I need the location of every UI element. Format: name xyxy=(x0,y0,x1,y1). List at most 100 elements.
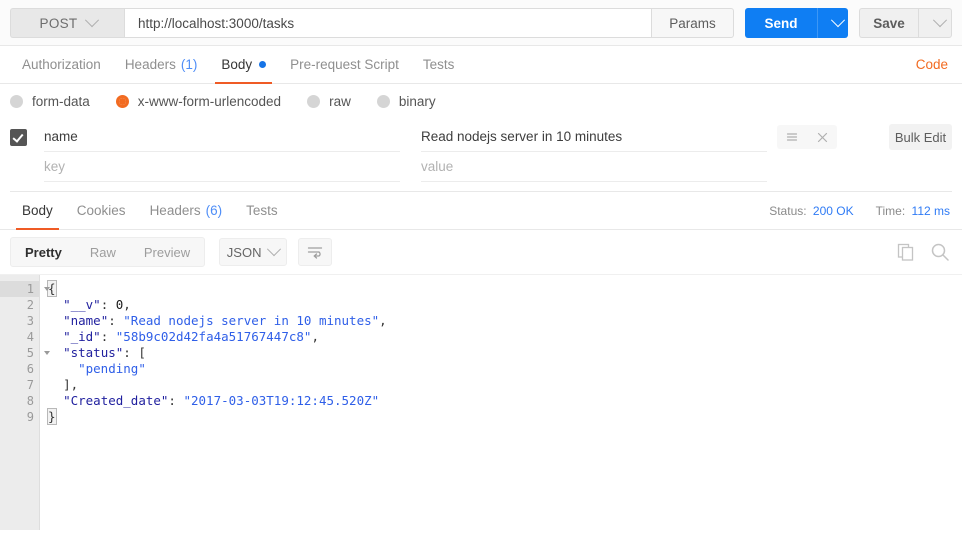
code-link[interactable]: Code xyxy=(916,57,950,72)
close-icon[interactable] xyxy=(807,125,837,149)
chevron-down-icon xyxy=(85,13,100,28)
code-line: { xyxy=(47,280,962,297)
fold-toggle-icon[interactable] xyxy=(44,351,50,355)
list-icon[interactable] xyxy=(777,125,807,149)
radio-icon xyxy=(10,94,23,108)
code-line: "status": [ xyxy=(48,345,962,361)
http-method-selector[interactable]: POST xyxy=(10,8,124,38)
response-json-content[interactable]: { "__v": 0, "name": "Read nodejs server … xyxy=(40,275,962,530)
search-icon[interactable] xyxy=(930,242,950,262)
tab-label: Body xyxy=(221,57,253,72)
viewer-actions xyxy=(897,242,950,262)
save-options-button[interactable] xyxy=(918,8,952,38)
radio-form-data[interactable]: form-data xyxy=(10,94,90,109)
code-token: "58b9c02d42fa4a51767447c8" xyxy=(115,329,312,344)
response-format-selector[interactable]: JSON xyxy=(219,238,288,266)
line-number-gutter: 12 3 456 7 8 9 xyxy=(0,275,50,530)
view-mode-raw[interactable]: Raw xyxy=(76,238,130,266)
status-value: 200 OK xyxy=(812,203,854,218)
send-button[interactable]: Send xyxy=(745,8,817,38)
send-button-group: Send xyxy=(745,8,848,38)
radio-label: form-data xyxy=(32,93,90,109)
tab-tests[interactable]: Tests xyxy=(411,46,467,83)
bulk-edit-button[interactable]: Bulk Edit xyxy=(889,124,952,150)
response-tab-cookies[interactable]: Cookies xyxy=(65,192,138,229)
body-type-radio-group: form-data x-www-form-urlencoded raw bina… xyxy=(0,84,962,118)
request-tab-bar: Authorization Headers (1) Body Pre-reque… xyxy=(0,46,962,84)
line-number: 3 xyxy=(26,314,34,328)
code-token: "Created_date" xyxy=(63,393,169,408)
code-token: } xyxy=(47,408,57,425)
copy-icon[interactable] xyxy=(897,243,916,262)
time-label: Time: xyxy=(875,203,906,218)
table-row: name Read nodejs server in 10 minutes Bu… xyxy=(10,122,952,152)
line-number: 7 xyxy=(26,378,34,392)
code-line: "_id": "58b9c02d42fa4a51767447c8", xyxy=(48,329,962,345)
send-options-button[interactable] xyxy=(817,8,848,38)
time-value: 112 ms xyxy=(911,203,950,218)
code-token: : xyxy=(108,313,124,328)
code-token: "2017-03-03T19:12:45.520Z" xyxy=(183,393,380,408)
line-number: 4 xyxy=(26,330,34,344)
row-value-input[interactable]: value xyxy=(421,153,767,182)
row-key-input[interactable]: key xyxy=(44,153,400,182)
request-url-input[interactable]: http://localhost:3000/tasks xyxy=(124,8,651,38)
tab-authorization[interactable]: Authorization xyxy=(10,46,113,83)
code-token: : [ xyxy=(123,345,146,360)
unsaved-changes-dot-icon xyxy=(259,61,267,68)
radio-raw[interactable]: raw xyxy=(307,94,351,109)
radio-binary[interactable]: binary xyxy=(376,93,436,109)
tab-label: Tests xyxy=(246,203,278,218)
radio-label: binary xyxy=(398,93,436,109)
code-line: ], xyxy=(48,377,962,393)
radio-icon xyxy=(307,94,321,108)
line-number: 2 xyxy=(26,298,34,312)
tab-label: Tests xyxy=(422,57,455,72)
row-value-input[interactable]: Read nodejs server in 10 minutes xyxy=(421,123,767,152)
response-tab-tests[interactable]: Tests xyxy=(234,192,290,229)
code-token: : xyxy=(100,329,116,344)
view-mode-preview[interactable]: Preview xyxy=(130,238,204,266)
chevron-down-icon xyxy=(830,13,846,28)
params-button[interactable]: Params xyxy=(651,8,734,38)
code-line: } xyxy=(47,408,962,425)
row-enable-cell xyxy=(10,128,44,146)
line-number: 9 xyxy=(26,410,34,424)
table-row: key value xyxy=(10,152,952,182)
tab-count: (1) xyxy=(180,57,198,72)
save-button[interactable]: Save xyxy=(859,8,918,38)
tab-label: Cookies xyxy=(76,203,126,218)
row-enabled-checkbox[interactable] xyxy=(10,128,27,146)
tab-label: Authorization xyxy=(22,57,101,72)
radio-label: x-www-form-urlencoded xyxy=(137,93,282,109)
response-viewer-toolbar: Pretty Raw Preview JSON xyxy=(0,230,962,274)
fold-toggle-icon[interactable] xyxy=(44,287,50,291)
tab-headers[interactable]: Headers (1) xyxy=(113,46,210,83)
tab-pre-request-script[interactable]: Pre-request Script xyxy=(278,46,411,83)
time-badge: Time: 112 ms xyxy=(876,204,950,218)
code-line: "Created_date": "2017-03-03T19:12:45.520… xyxy=(48,393,962,409)
line-number: 8 xyxy=(26,394,34,408)
row-key-input[interactable]: name xyxy=(44,123,400,152)
response-tab-bar: Body Cookies Headers (6) Tests Status: 2… xyxy=(0,192,962,230)
code-token: "_id" xyxy=(63,329,101,344)
tab-count: (6) xyxy=(205,203,223,218)
response-body-viewer[interactable]: 12 3 456 7 8 9 { "__v": 0, "name": "Read node… xyxy=(0,274,962,530)
http-method-label: POST xyxy=(39,15,78,31)
status-badge: Status: 200 OK xyxy=(769,204,853,218)
response-tab-body[interactable]: Body xyxy=(10,192,65,230)
code-line: "pending" xyxy=(48,361,962,377)
line-number: 1 xyxy=(0,281,50,297)
view-mode-pretty[interactable]: Pretty xyxy=(11,238,76,266)
body-key-value-table: name Read nodejs server in 10 minutes Bu… xyxy=(0,118,962,192)
chevron-down-icon xyxy=(267,242,282,257)
tab-body[interactable]: Body xyxy=(209,46,278,84)
code-token: , xyxy=(123,297,131,312)
tab-label: Headers xyxy=(124,57,176,72)
tab-label: Headers xyxy=(149,203,201,218)
radio-x-www-form-urlencoded[interactable]: x-www-form-urlencoded xyxy=(115,93,282,109)
radio-selected-icon xyxy=(115,94,129,108)
response-tab-headers[interactable]: Headers (6) xyxy=(138,192,235,229)
wrap-lines-icon[interactable] xyxy=(298,238,333,266)
code-token: "Read nodejs server in 10 minutes" xyxy=(123,313,380,328)
